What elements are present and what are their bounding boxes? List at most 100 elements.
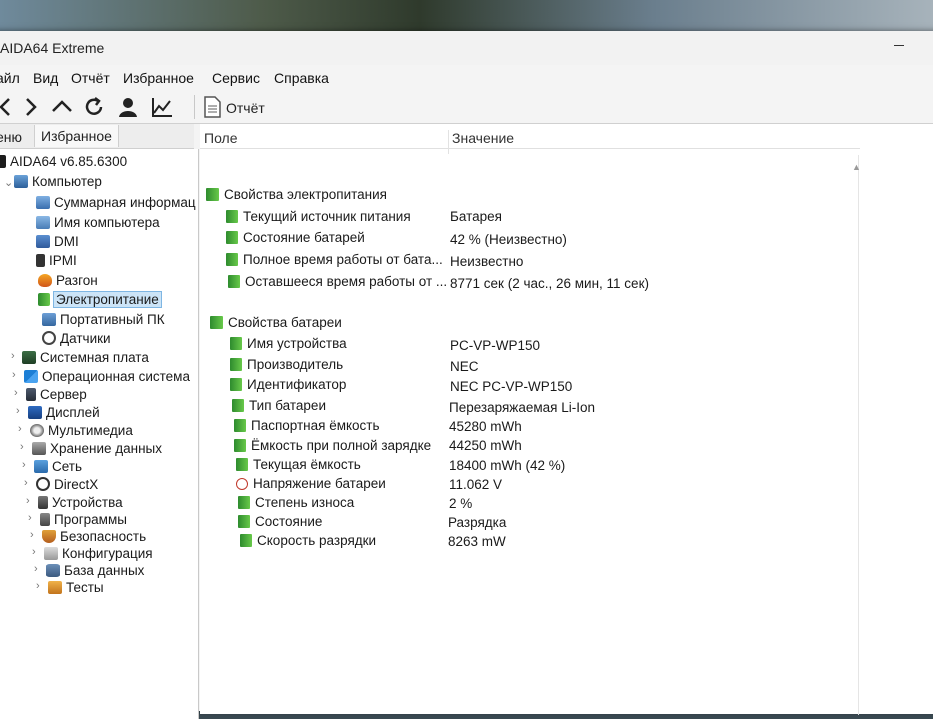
chevron-right-icon[interactable]: › <box>32 546 36 558</box>
menu-favorites[interactable]: Избранное <box>123 70 194 86</box>
tree-network[interactable]: Сеть <box>34 458 82 476</box>
server-icon <box>26 388 36 401</box>
row-value: 42 % (Неизвестно) <box>450 232 567 247</box>
table-row[interactable]: Оставшееся время работы от ... <box>228 273 447 291</box>
chevron-right-icon[interactable]: › <box>24 477 28 489</box>
tree-sensors[interactable]: Датчики <box>42 330 111 348</box>
menu-bar: айл Вид Отчёт Избранное Сервис Справка <box>0 67 933 89</box>
scroll-up-icon[interactable]: ▲ <box>852 162 861 172</box>
tree-directx[interactable]: DirectX <box>36 476 98 494</box>
chevron-right-icon[interactable]: › <box>11 350 15 362</box>
aida64-window: AIDA64 Extreme айл Вид Отчёт Избранное С… <box>0 31 933 719</box>
user-icon[interactable] <box>116 95 140 119</box>
report-icon[interactable] <box>200 95 224 119</box>
voltage-icon <box>236 478 248 490</box>
tree-config[interactable]: Конфигурация <box>44 545 153 563</box>
tree-summary[interactable]: Суммарная информац <box>36 194 196 212</box>
tree-dmi[interactable]: DMI <box>36 233 79 251</box>
chevron-right-icon[interactable]: › <box>16 405 20 417</box>
refresh-icon[interactable] <box>82 95 106 119</box>
tab-menu[interactable]: еню <box>0 129 22 145</box>
tab-favorites[interactable]: Избранное <box>34 125 119 147</box>
network-icon <box>34 460 48 473</box>
table-row[interactable]: Производитель <box>230 356 343 374</box>
hard-drive-icon <box>32 442 46 455</box>
table-row[interactable]: Скорость разрядки <box>240 532 376 550</box>
column-separator[interactable] <box>448 130 449 154</box>
table-row[interactable]: Тип батареи <box>232 397 326 415</box>
tree-computer-name[interactable]: Имя компьютера <box>36 214 160 232</box>
speaker-icon <box>30 424 44 437</box>
window-title: AIDA64 Extreme <box>0 40 105 56</box>
title-bar[interactable]: AIDA64 Extreme <box>0 31 933 65</box>
battery-icon <box>210 316 223 329</box>
menu-file[interactable]: айл <box>0 70 20 86</box>
chevron-right-icon[interactable]: › <box>26 495 30 507</box>
shield-icon <box>42 530 56 543</box>
tree-server[interactable]: Сервер <box>26 386 87 404</box>
row-value: Батарея <box>450 209 502 224</box>
table-row[interactable]: Состояние <box>238 513 322 531</box>
table-row[interactable]: Имя устройства <box>230 335 347 353</box>
back-icon[interactable] <box>0 95 18 119</box>
tree-display[interactable]: Дисплей <box>28 404 100 422</box>
chevron-right-icon[interactable]: › <box>30 529 34 541</box>
chevron-right-icon[interactable]: › <box>36 580 40 592</box>
menu-help[interactable]: Справка <box>274 70 329 86</box>
table-row[interactable]: Текущая ёмкость <box>236 456 361 474</box>
menu-report[interactable]: Отчёт <box>71 70 110 86</box>
chevron-right-icon[interactable]: › <box>22 459 26 471</box>
tree-portable[interactable]: Портативный ПК <box>42 311 165 329</box>
tree-computer[interactable]: Компьютер <box>14 173 102 191</box>
group-battery-properties[interactable]: Свойства батареи <box>210 314 342 332</box>
battery-icon <box>226 253 238 266</box>
chevron-down-icon[interactable]: ⌄ <box>4 176 13 189</box>
tree-root[interactable]: AIDA64 v6.85.6300 <box>0 153 127 171</box>
tree-security[interactable]: Безопасность <box>42 528 146 546</box>
report-button-label[interactable]: Отчёт <box>226 100 265 116</box>
chevron-right-icon[interactable]: › <box>12 369 16 381</box>
row-value: Неизвестно <box>450 254 524 269</box>
minimize-button[interactable] <box>894 45 904 46</box>
battery-icon <box>240 534 252 547</box>
table-row[interactable]: Степень износа <box>238 494 354 512</box>
chevron-right-icon[interactable]: › <box>14 387 18 399</box>
table-row[interactable]: Напряжение батареи <box>236 475 386 493</box>
forward-icon[interactable] <box>18 95 42 119</box>
menu-service[interactable]: Сервис <box>212 70 260 86</box>
chevron-right-icon[interactable]: › <box>28 512 32 524</box>
chevron-right-icon[interactable]: › <box>18 423 22 435</box>
up-icon[interactable] <box>50 95 74 119</box>
vertical-scrollbar[interactable] <box>858 155 859 715</box>
tree-tests[interactable]: Тесты <box>48 579 104 597</box>
chart-icon[interactable] <box>150 95 174 119</box>
chevron-right-icon[interactable]: › <box>20 441 24 453</box>
battery-icon <box>238 496 250 509</box>
table-row[interactable]: Идентификатор <box>230 376 346 394</box>
chevron-right-icon[interactable]: › <box>34 563 38 575</box>
column-value[interactable]: Значение <box>452 130 514 146</box>
tree-power[interactable]: Электропитание <box>38 291 162 309</box>
tree-storage[interactable]: Хранение данных <box>32 440 162 458</box>
table-row[interactable]: Паспортная ёмкость <box>234 417 380 435</box>
table-row[interactable]: Текущий источник питания <box>226 208 411 226</box>
table-row[interactable]: Полное время работы от бата... <box>226 251 443 269</box>
battery-icon <box>206 188 219 201</box>
table-row[interactable]: Ёмкость при полной зарядке <box>234 437 431 455</box>
column-field[interactable]: Поле <box>204 130 238 146</box>
battery-icon <box>236 458 248 471</box>
tree-os[interactable]: Операционная система <box>24 368 190 386</box>
battery-icon <box>234 439 246 452</box>
tree-motherboard[interactable]: Системная плата <box>22 349 149 367</box>
tree-database[interactable]: База данных <box>46 562 144 580</box>
tree-devices[interactable]: Устройства <box>38 494 123 512</box>
tree-programs[interactable]: Программы <box>40 511 127 529</box>
table-row[interactable]: Состояние батарей <box>226 229 365 247</box>
tree-multimedia[interactable]: Мультимедиа <box>30 422 133 440</box>
tree-overclock[interactable]: Разгон <box>38 272 98 290</box>
menu-view[interactable]: Вид <box>33 70 58 86</box>
group-power-properties[interactable]: Свойства электропитания <box>206 186 387 204</box>
row-value: NEC PC-VP-WP150 <box>450 379 573 394</box>
toolbar: Отчёт <box>0 91 933 124</box>
tree-ipmi[interactable]: IPMI <box>36 252 77 270</box>
